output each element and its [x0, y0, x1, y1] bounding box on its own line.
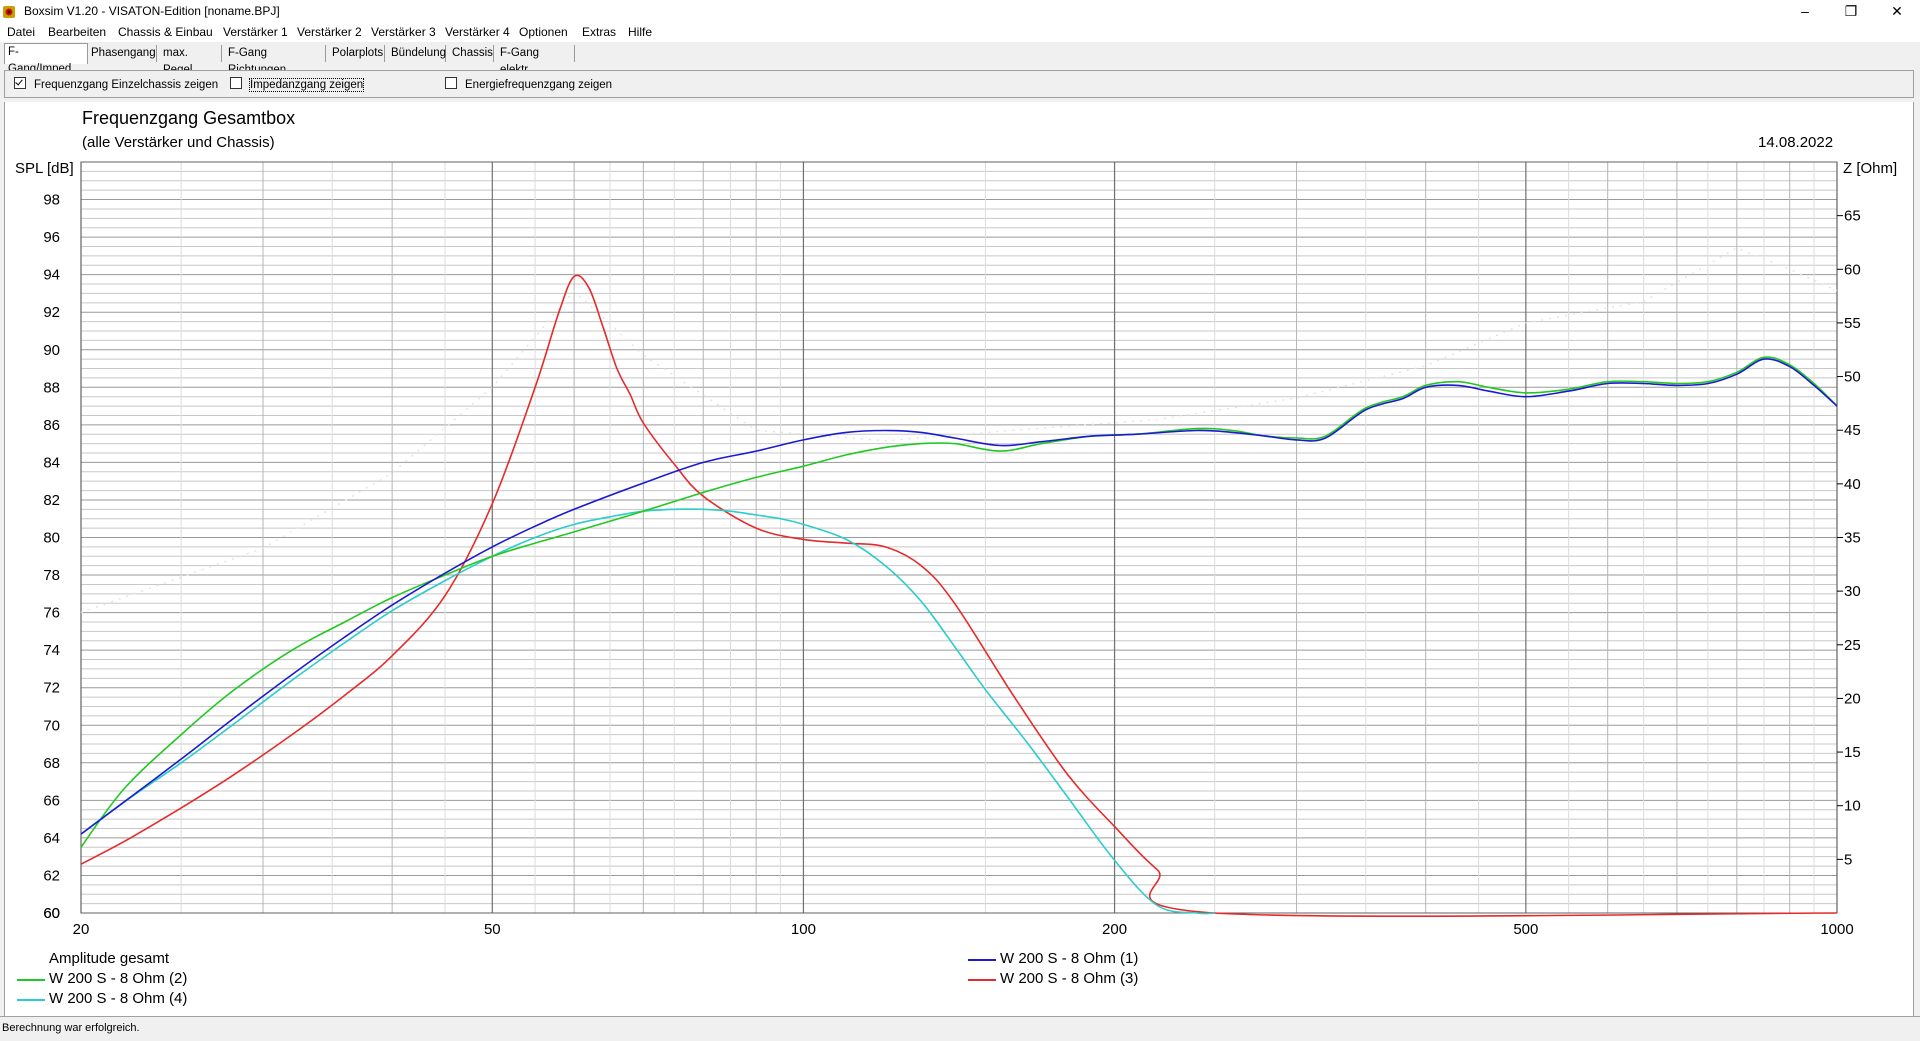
y-tick-label-right: 20	[1844, 690, 1861, 707]
legend-title: Amplitude gesamt	[49, 950, 170, 967]
y-tick-label-right: 40	[1844, 476, 1861, 493]
x-tick-label: 200	[1102, 921, 1127, 938]
y-tick-label-right: 10	[1844, 798, 1861, 815]
y-tick-label-right: 60	[1844, 261, 1861, 278]
y-tick-label-left: 96	[43, 229, 60, 246]
legend-swatch-blue	[968, 959, 996, 961]
x-tick-label: 500	[1513, 921, 1538, 938]
y-tick-label-left: 78	[43, 567, 60, 584]
status-text: Berechnung war erfolgreich.	[2, 1022, 140, 1034]
series-line-red	[80, 274, 1838, 917]
legend-item-green: W 200 S - 8 Ohm (2)	[17, 970, 187, 987]
y-tick-label-left: 98	[43, 192, 60, 209]
status-bar: Berechnung war erfolgreich.	[0, 1016, 1920, 1041]
y-tick-label-left: 72	[43, 680, 60, 697]
legend-item-cyan: W 200 S - 8 Ohm (4)	[17, 990, 187, 1007]
y-tick-label-left: 84	[43, 454, 60, 471]
y-tick-label-right: 65	[1844, 208, 1861, 225]
x-tick-label: 20	[73, 921, 90, 938]
legend-item-blue: W 200 S - 8 Ohm (1)	[968, 950, 1138, 967]
legend-swatch-red	[968, 979, 996, 981]
y-tick-label-left: 74	[43, 642, 60, 659]
y-tick-label-left: 68	[43, 755, 60, 772]
y-tick-label-left: 60	[43, 905, 60, 922]
y-tick-label-left: 66	[43, 792, 60, 809]
y-tick-label-left: 90	[43, 342, 60, 359]
y-tick-label-left: 88	[43, 379, 60, 396]
series-line-green	[80, 356, 1838, 848]
y-tick-label-left: 86	[43, 417, 60, 434]
x-tick-label: 100	[791, 921, 816, 938]
y-tick-label-left: 62	[43, 867, 60, 884]
legend-item-red: W 200 S - 8 Ohm (3)	[968, 970, 1138, 987]
y-tick-label-left: 70	[43, 717, 60, 734]
x-tick-label: 50	[484, 921, 501, 938]
y-tick-label-right: 45	[1844, 422, 1861, 439]
legend-swatch-cyan	[17, 999, 45, 1001]
y-tick-label-right: 25	[1844, 637, 1861, 654]
y-tick-label-left: 92	[43, 304, 60, 321]
legend-swatch-green	[17, 979, 45, 981]
y-tick-label-right: 55	[1844, 315, 1861, 332]
y-tick-label-right: 5	[1844, 851, 1852, 868]
frequency-response-chart: 60 62 64 66 68 70 72 74 76 78 80 82 84 86 88 90 92 94 96 98…	[43, 161, 1861, 938]
series-line-cyan	[80, 508, 1215, 915]
y-tick-label-left: 80	[43, 530, 60, 547]
y-tick-label-right: 15	[1844, 744, 1861, 761]
y-tick-label-left: 82	[43, 492, 60, 509]
y-tick-label-left: 64	[43, 830, 60, 847]
y-tick-label-right: 35	[1844, 530, 1861, 547]
y-tick-label-left: 94	[43, 267, 60, 284]
x-tick-label: 1000	[1820, 921, 1853, 938]
y-tick-label-right: 30	[1844, 583, 1861, 600]
y-tick-label-right: 50	[1844, 369, 1861, 386]
y-tick-label-left: 76	[43, 605, 60, 622]
